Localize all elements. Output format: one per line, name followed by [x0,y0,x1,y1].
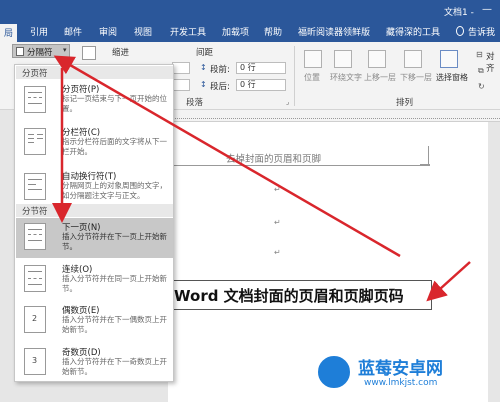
paragraph-mark: ↵ [274,185,281,194]
menu-item-odd-page[interactable]: 3 奇数页(D) 插入分节符并在下一奇数页上开始新节。 [16,343,173,381]
menu-item-desc: 插入分节符并在同一页上开始新节。 [62,274,167,293]
wrap-text-button[interactable]: 环绕文字 [330,72,362,83]
watermark: 蓝莓安卓网 www.lmkjst.com [312,348,500,402]
before-label: 段前: [210,65,230,75]
lightbulb-icon [456,26,464,36]
ruler-ticks [168,118,500,121]
even-page-icon: 2 [24,306,46,333]
menu-item-desc: 插入分节符并在下一奇数页上开始新节。 [62,357,167,376]
horizontal-ruler[interactable] [168,110,500,122]
watermark-url: www.lmkjst.com [364,378,438,388]
after-spacing-icon: ↕ [200,80,207,89]
rotate-icon[interactable]: ↻ [478,82,485,91]
after-spacing-input[interactable]: 0 行 [236,79,286,91]
tab-foxit[interactable]: 福昕阅读器领鲜版 [298,25,370,38]
tell-me[interactable]: 告诉我 [468,25,495,38]
header-margin-mark [428,146,429,164]
indent-left-input[interactable] [172,62,190,74]
page-break-icon [24,86,46,113]
before-value: 0 行 [240,63,256,72]
menu-item-column-break[interactable]: 分栏符(C) 指示分栏符后面的文字将从下一栏开始。 [16,122,173,167]
breaks-dropdown: 分页符 分页符(P) 标记一页结束与下一页开始的位置。 分栏符(C) 指示分栏符… [14,64,174,382]
menu-item-page-break[interactable]: 分页符(P) 标记一页结束与下一页开始的位置。 [16,80,173,122]
group-separator [294,46,295,106]
watermark-logo-icon [316,354,352,390]
continuous-icon [24,265,46,292]
align-button[interactable]: 对齐 [486,50,500,74]
header-underline [172,165,430,166]
tab-tools[interactable]: 藏得深的工具 [386,25,440,38]
paragraph-mark: ↵ [274,218,281,227]
menu-item-desc: 插入分节符并在下一页上开始新节。 [62,232,167,251]
tab-help[interactable]: 帮助 [264,25,282,38]
tab-mailings[interactable]: 邮件 [64,25,82,38]
before-spacing-input[interactable]: 0 行 [236,62,286,74]
before-spacing-icon: ↕ [200,63,207,72]
indent-label: 缩进 [112,48,130,58]
group-icon[interactable]: ⧉ [478,66,484,76]
minimize-button[interactable]: — [482,4,492,15]
send-backward-button[interactable]: 下移一层 [400,72,432,83]
menu-item-desc: 指示分栏符后面的文字将从下一栏开始。 [62,137,167,156]
column-break-icon [24,128,46,155]
bring-forward-icon[interactable] [368,50,386,68]
hyphenation-icon[interactable] [82,46,96,60]
position-button[interactable]: 位置 [304,72,320,83]
after-label: 段后: [210,82,230,92]
paragraph-group-label: 段落 [186,98,204,108]
chevron-down-icon: ▾ [63,46,67,54]
text-wrapping-icon [24,173,46,200]
align-icon: ⊟ [476,50,483,59]
arrange-group-label: 排列 [396,98,414,108]
header-text[interactable]: 去掉封面的页眉和页脚 [226,151,321,165]
breaks-button-label: 分隔符 [27,48,53,58]
indent-right-input[interactable] [172,79,190,91]
tab-developer[interactable]: 开发工具 [170,25,206,38]
title-bar: 文档1 - — [0,0,500,22]
main-text[interactable]: Word 文档封面的页眉和页脚页码 [174,285,404,306]
tab-review[interactable]: 审阅 [99,25,117,38]
send-backward-icon[interactable] [404,50,422,68]
wrap-text-icon[interactable] [334,50,352,68]
menu-item-even-page[interactable]: 2 偶数页(E) 插入分节符并在下一偶数页上开始新节。 [16,301,173,343]
window-title: 文档1 - [444,8,474,18]
dialog-launcher-icon[interactable]: ⌟ [286,98,289,106]
paragraph-mark: ↵ [274,248,281,257]
position-icon[interactable] [304,50,322,68]
page-breaks-header: 分页符 [16,66,173,79]
bring-forward-button[interactable]: 上移一层 [364,72,396,83]
odd-page-icon: 3 [24,348,46,375]
section-breaks-header: 分节符 [16,204,173,217]
watermark-brand: 蓝莓安卓网 [358,359,443,379]
tab-view[interactable]: 视图 [134,25,152,38]
next-page-icon [24,223,46,250]
breaks-button[interactable]: 分隔符 ▾ [12,44,70,58]
after-value: 0 行 [240,80,256,89]
selection-pane-icon[interactable] [440,50,458,68]
menu-item-desc: 分隔网页上的对象周围的文字，如分隔题注文字与正文。 [62,181,167,200]
menu-item-desc: 插入分节符并在下一偶数页上开始新节。 [62,315,167,334]
ribbon-tabs: 局 引用 邮件 审阅 视图 开发工具 加载项 帮助 福昕阅读器领鲜版 藏得深的工… [0,22,500,42]
menu-item-text-wrapping[interactable]: 自动换行符(T) 分隔网页上的对象周围的文字，如分隔题注文字与正文。 [16,167,173,209]
menu-item-continuous[interactable]: 连续(O) 插入分节符并在同一页上开始新节。 [16,260,173,300]
menu-item-next-page[interactable]: 下一页(N) 插入分节符并在下一页上开始新节。 [16,218,173,258]
breaks-icon [16,47,24,56]
selection-pane-button[interactable]: 选择窗格 [436,72,468,83]
tab-references[interactable]: 引用 [30,25,48,38]
spacing-label: 间距 [196,48,214,58]
tab-addins[interactable]: 加载项 [222,25,249,38]
menu-item-desc: 标记一页结束与下一页开始的位置。 [62,94,167,113]
tab-layout[interactable]: 局 [0,24,18,42]
